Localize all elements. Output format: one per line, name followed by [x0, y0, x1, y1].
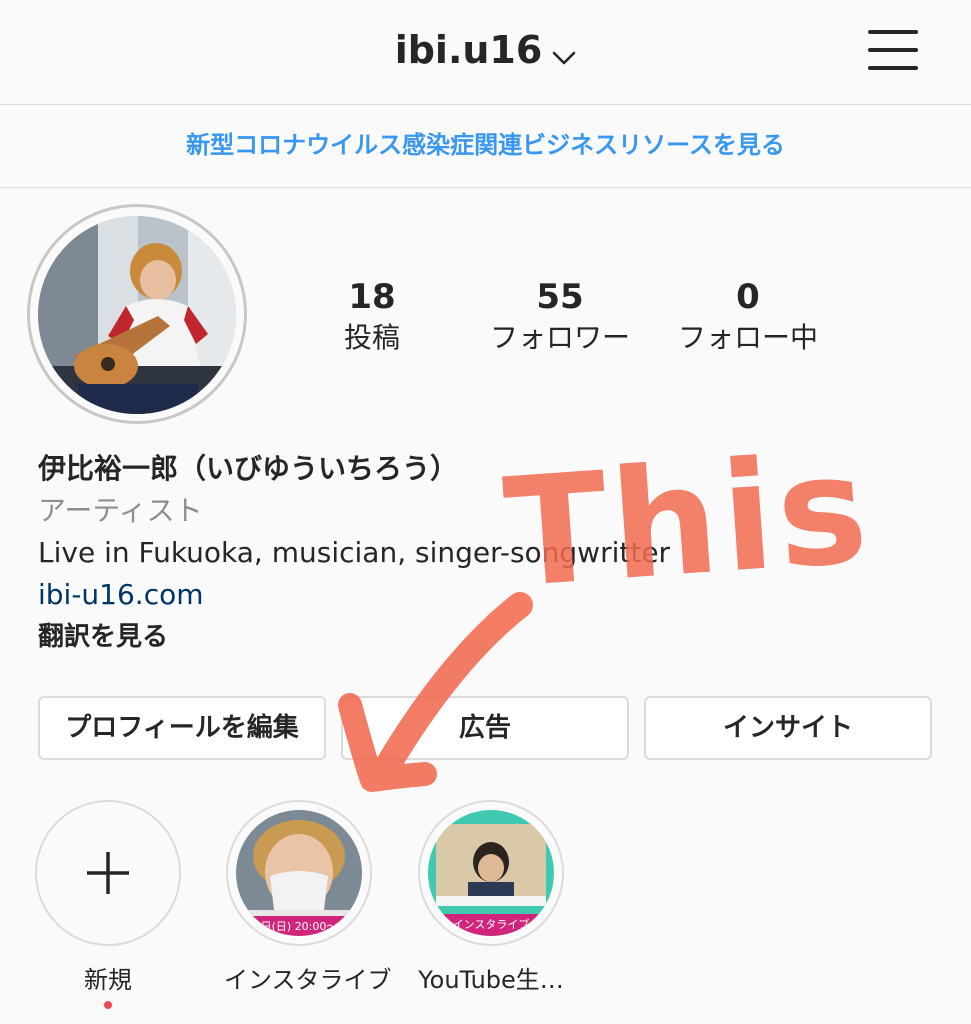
posts-count[interactable]: 18 投稿 — [332, 276, 412, 358]
translate-link[interactable]: 翻訳を見る — [38, 616, 938, 658]
following-value: 0 — [736, 277, 760, 317]
edit-profile-button[interactable]: プロフィールを編集 — [38, 696, 326, 760]
hamburger-menu-icon[interactable] — [868, 26, 924, 76]
followers-label: フォロワー — [489, 321, 630, 354]
highlight-ring: インスタライブ — [418, 800, 564, 946]
highlight-overlay-text: インスタライブ — [452, 918, 530, 931]
highlight-label: インスタライブ — [224, 966, 392, 994]
followers-count[interactable]: 55 フォロワー — [480, 276, 640, 358]
highlight-label: YouTube生… — [418, 966, 564, 994]
account-switcher[interactable]: ibi.u16 — [0, 28, 971, 75]
top-bar: ibi.u16 — [0, 0, 971, 105]
covid-resources-link[interactable]: 新型コロナウイルス感染症関連ビジネスリソースを見る — [0, 105, 971, 188]
chevron-down-icon — [552, 31, 576, 75]
highlight-label: 新規 — [84, 966, 132, 994]
ads-button[interactable]: 広告 — [341, 696, 629, 760]
annotation-text: This — [499, 422, 877, 622]
new-highlight-circle[interactable] — [35, 800, 181, 946]
username: ibi.u16 — [394, 28, 543, 72]
followers-value: 55 — [536, 277, 584, 317]
highlight-ring: 日(日) 20:00〜 — [226, 800, 372, 946]
highlight-new[interactable]: 新規 — [33, 800, 183, 1009]
following-count[interactable]: 0 フォロー中 — [668, 276, 828, 358]
new-indicator-dot — [104, 1001, 112, 1009]
highlight-cover: インスタライブ — [428, 810, 554, 936]
posts-label: 投稿 — [343, 321, 400, 354]
highlight-instalive[interactable]: 日(日) 20:00〜 インスタライブ — [224, 800, 392, 995]
posts-value: 18 — [348, 277, 396, 317]
highlight-cover: 日(日) 20:00〜 — [236, 810, 362, 936]
following-label: フォロー中 — [677, 321, 818, 354]
highlight-overlay-text: 日(日) 20:00〜 — [260, 920, 338, 933]
plus-icon — [37, 802, 179, 944]
insights-button[interactable]: インサイト — [644, 696, 932, 760]
avatar[interactable] — [38, 216, 236, 414]
highlight-youtube[interactable]: インスタライブ YouTube生… — [416, 800, 566, 995]
